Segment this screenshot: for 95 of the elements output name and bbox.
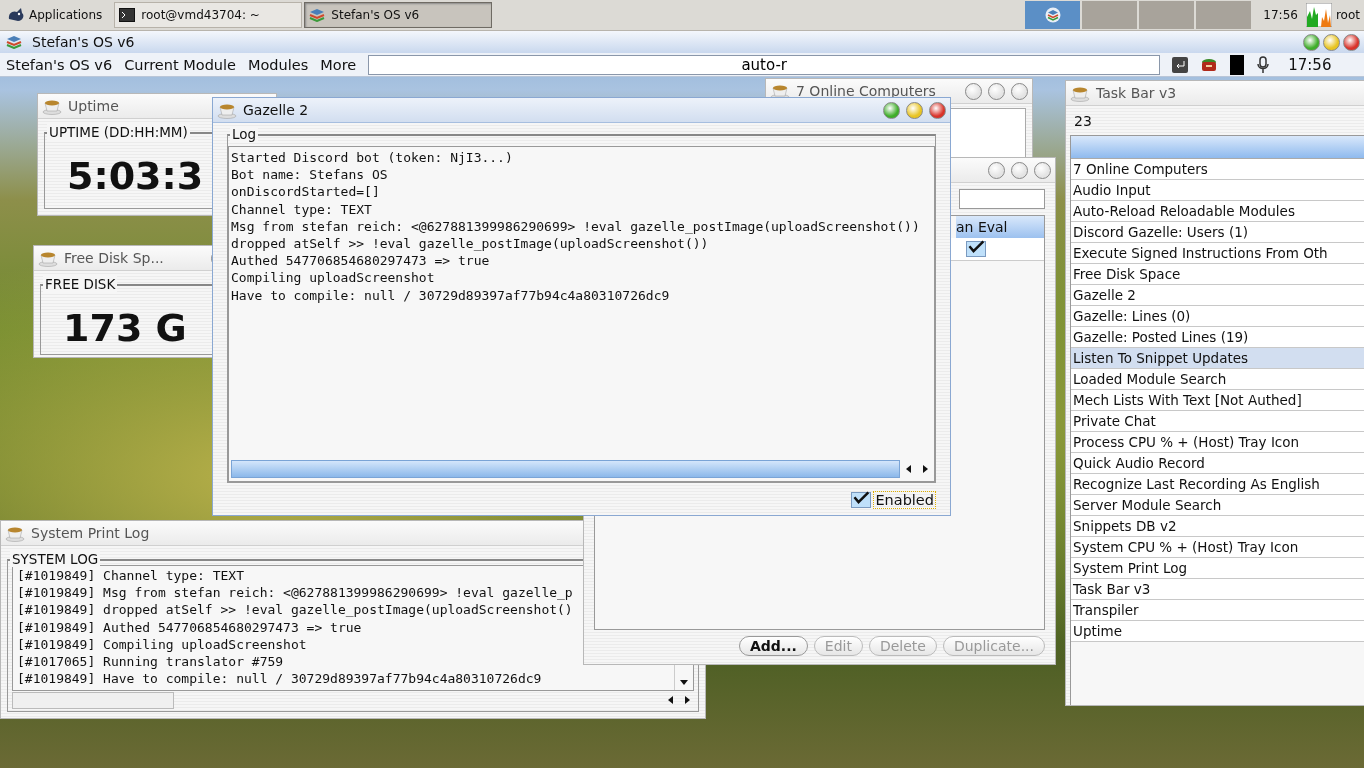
log-line: Channel type: TEXT: [231, 200, 373, 218]
list-item[interactable]: Listen To Snippet Updates: [1071, 348, 1364, 369]
maximize-button[interactable]: [1323, 33, 1340, 51]
scrollbar-thumb[interactable]: [231, 460, 900, 478]
log-line: [#1019849] Have to compile: null / 30729d89397af77b94c4a80310726dc9: [17, 670, 543, 688]
column-header[interactable]: an Eval: [956, 216, 1044, 238]
window-title: Free Disk Sp...: [64, 250, 164, 266]
window-title: Stefan's OS v6: [32, 34, 135, 50]
list-item[interactable]: 7 Online Computers: [1071, 159, 1364, 180]
list-item[interactable]: Loaded Module Search: [1071, 369, 1364, 390]
maximize-button[interactable]: [906, 101, 923, 119]
list-item[interactable]: Server Module Search: [1071, 495, 1364, 516]
command-field[interactable]: auto-r: [368, 54, 1161, 75]
list-item[interactable]: Audio Input: [1071, 180, 1364, 201]
clock: 17:56: [1263, 8, 1298, 22]
list-item[interactable]: Mech Lists With Text [Not Authed]: [1071, 390, 1364, 411]
log-line: [#1019849] dropped atSelf >> !eval gazelle_postImage(uploadScreenshot(): [17, 601, 574, 619]
list-item[interactable]: Recognize Last Recording As English: [1071, 474, 1364, 495]
checkbox[interactable]: [966, 241, 986, 257]
window-title: System Print Log: [31, 525, 150, 541]
list-item[interactable]: Uptime: [1071, 621, 1364, 642]
maximize-button[interactable]: [1011, 161, 1028, 179]
user-name: root: [1335, 8, 1360, 22]
layers-icon: [309, 8, 326, 22]
list-item[interactable]: Gazelle: Lines (0): [1071, 306, 1364, 327]
log-line: Compiling uploadScreenshot: [231, 269, 436, 287]
log-line: Authed 547706854680297473 => true: [231, 252, 491, 270]
close-button[interactable]: [1034, 161, 1051, 179]
action-button[interactable]: Add...: [738, 636, 808, 656]
list-item[interactable]: Task Bar v3: [1071, 579, 1364, 600]
log-line: dropped atSelf >> !eval gazelle_postImage(uploadScreenshot()): [231, 235, 710, 253]
menu-item[interactable]: More: [320, 56, 357, 73]
window-title: Gazelle 2: [243, 102, 309, 118]
list-item[interactable]: Auto-Reload Reloadable Modules: [1071, 201, 1364, 222]
close-button[interactable]: [1343, 33, 1360, 51]
list-item[interactable]: Snippets DB v2: [1071, 516, 1364, 537]
log-line: Bot name: Stefans OS: [231, 166, 389, 184]
menu-item[interactable]: Modules: [248, 56, 309, 73]
disk-value: 173 G: [63, 306, 187, 350]
return-key-icon[interactable]: [1172, 56, 1189, 73]
terminal-icon: [119, 8, 136, 22]
menu-item[interactable]: Current Module: [124, 56, 236, 73]
applications-menu[interactable]: Applications: [0, 1, 109, 29]
list-item[interactable]: Process CPU % + (Host) Tray Icon: [1071, 432, 1364, 453]
list-item[interactable]: Free Disk Space: [1071, 264, 1364, 285]
text-field[interactable]: [959, 189, 1045, 209]
log-line: Have to compile: null / 30729d89397af77b94c4a80310726dc9: [231, 286, 671, 304]
list-item[interactable]: Gazelle 2: [1071, 285, 1364, 306]
menu-item[interactable]: Stefan's OS v6: [6, 56, 113, 73]
log-line: onDiscordStarted=[]: [231, 183, 381, 201]
minimize-button[interactable]: [965, 82, 982, 100]
minimize-button[interactable]: [988, 161, 1005, 179]
log-line: [#1019849] Authed 547706854680297473 => true: [17, 618, 363, 636]
log-line: Msg from stefan reich: <@627881399986290699> !eval gazelle_postImage(uploadScreenshot()): [231, 217, 921, 235]
window-title: Uptime: [68, 98, 119, 114]
list-item[interactable]: System CPU % + (Host) Tray Icon: [1071, 537, 1364, 558]
log-line: [#1017065] Running translator #759: [17, 653, 285, 671]
minimize-button[interactable]: [1303, 33, 1320, 51]
window-title: Task Bar v3: [1096, 85, 1177, 101]
group-label: FREE DISK: [43, 276, 118, 292]
group-label: UPTIME (DD:HH:MM): [47, 124, 190, 140]
microphone-icon[interactable]: [1256, 55, 1271, 74]
checkbox[interactable]: [851, 492, 872, 508]
close-button[interactable]: [1011, 82, 1028, 100]
cpu-graph-drawing: [1305, 3, 1332, 27]
layers-icon: [6, 35, 22, 49]
log-line: Started Discord bot (token: NjI3...): [231, 149, 514, 167]
scrollbar-thumb[interactable]: [12, 691, 174, 709]
list-item[interactable]: Transpiler: [1071, 600, 1364, 621]
maximize-button[interactable]: [988, 82, 1005, 100]
list-item[interactable]: Execute Signed Instructions From Oth: [1071, 243, 1364, 264]
minimize-button[interactable]: [883, 101, 900, 119]
log-line: [#1019849] Channel type: TEXT: [17, 567, 245, 585]
taskbar-button[interactable]: root@vmd43704: ~: [114, 2, 303, 28]
log-line: [#1019849] Msg from stefan reich: <@627881399986290699> !eval gazelle_p: [17, 584, 574, 602]
list-item[interactable]: Gazelle: Posted Lines (19): [1071, 327, 1364, 348]
scroll-down-icon[interactable]: [678, 677, 690, 687]
count-label: 23: [1073, 112, 1093, 131]
tray-icon[interactable]: [1230, 54, 1245, 75]
uptime-value: 5:03:3: [67, 154, 204, 198]
window-title: 7 Online Computers: [796, 83, 936, 99]
list-item[interactable]: Quick Audio Record: [1071, 453, 1364, 474]
clock: 17:56: [1288, 55, 1332, 74]
checkbox-label[interactable]: Enabled: [873, 491, 936, 509]
close-button[interactable]: [929, 101, 946, 119]
basket-icon[interactable]: [1200, 56, 1219, 73]
log-line: [#1019849] Compiling uploadScreenshot: [17, 635, 308, 653]
group-label: SYSTEM LOG: [10, 551, 101, 567]
taskbar-button[interactable]: Stefan's OS v6: [304, 2, 493, 28]
group-label: Log: [230, 126, 259, 142]
list-item[interactable]: Discord Gazelle: Users (1): [1071, 222, 1364, 243]
layers-icon: [1044, 7, 1061, 23]
list-item[interactable]: System Print Log: [1071, 558, 1364, 579]
list-item[interactable]: Private Chat: [1071, 411, 1364, 432]
workspace-button[interactable]: [1025, 1, 1081, 29]
